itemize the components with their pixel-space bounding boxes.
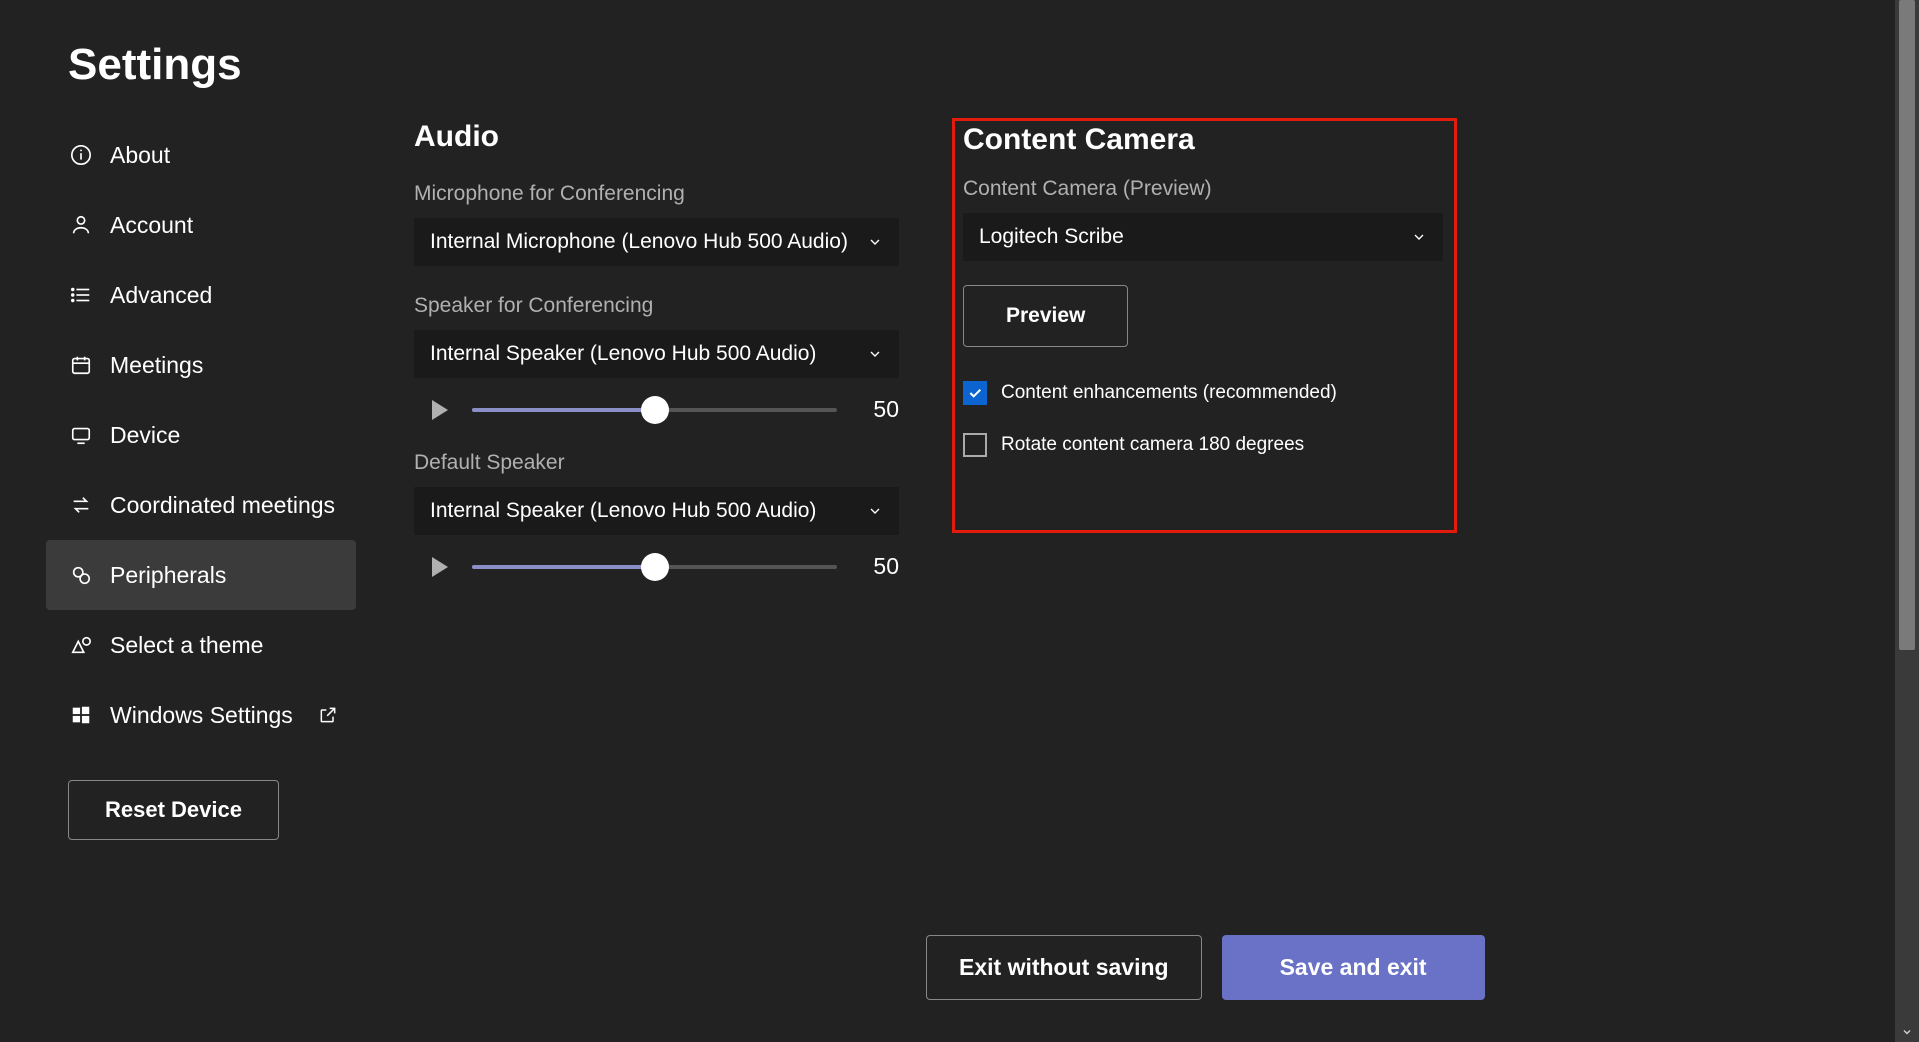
content-camera-value: Logitech Scribe [979,225,1124,249]
default-speaker-volume-value: 50 [859,553,899,580]
footer-buttons: Exit without saving Save and exit [926,935,1485,1000]
monitor-icon [68,422,94,448]
sidebar-item-account[interactable]: Account [46,190,356,260]
content-camera-label: Content Camera (Preview) [963,177,1442,201]
content-enhancements-label: Content enhancements (recommended) [1001,382,1337,404]
slider-thumb[interactable] [641,553,669,581]
sidebar-item-label: About [110,142,170,169]
audio-heading: Audio [414,120,914,154]
sidebar-item-peripherals[interactable]: Peripherals [46,540,356,610]
sidebar-item-meetings[interactable]: Meetings [46,330,356,400]
play-test-sound-button[interactable] [432,400,448,420]
default-speaker-volume-slider[interactable] [472,565,837,569]
microphone-label: Microphone for Conferencing [414,182,914,206]
chevron-down-icon [1411,229,1427,245]
sidebar-item-device[interactable]: Device [46,400,356,470]
content-camera-dropdown[interactable]: Logitech Scribe [963,213,1443,261]
microphone-value: Internal Microphone (Lenovo Hub 500 Audi… [430,230,848,254]
speaker-label: Speaker for Conferencing [414,294,914,318]
shapes-icon [68,632,94,658]
sidebar-item-windows-settings[interactable]: Windows Settings [46,680,356,750]
sidebar-item-theme[interactable]: Select a theme [46,610,356,680]
microphone-dropdown[interactable]: Internal Microphone (Lenovo Hub 500 Audi… [414,218,899,266]
sidebar-item-coord-meetings[interactable]: Coordinated meetings [46,470,356,540]
sidebar-item-advanced[interactable]: Advanced [46,260,356,330]
preview-button[interactable]: Preview [963,285,1128,347]
swap-arrows-icon [68,492,94,518]
sidebar-item-label: Meetings [110,352,203,379]
external-link-icon [318,705,338,725]
settings-sidebar: About Account Advanced Meetings Device C… [46,120,356,840]
sidebar-item-about[interactable]: About [46,120,356,190]
person-icon [68,212,94,238]
scroll-down-arrow-icon[interactable] [1899,1024,1915,1040]
play-test-sound-button[interactable] [432,557,448,577]
chevron-down-icon [867,346,883,362]
rotate-camera-label: Rotate content camera 180 degrees [1001,434,1304,456]
rotate-camera-checkbox[interactable] [963,433,987,457]
content-camera-heading: Content Camera [963,123,1442,157]
speaker-dropdown[interactable]: Internal Speaker (Lenovo Hub 500 Audio) [414,330,899,378]
page-title: Settings [68,40,242,90]
sidebar-item-label: Coordinated meetings [110,492,335,519]
speaker-value: Internal Speaker (Lenovo Hub 500 Audio) [430,342,816,366]
windows-icon [68,702,94,728]
content-enhancements-checkbox[interactable] [963,381,987,405]
chevron-down-icon [867,503,883,519]
default-speaker-label: Default Speaker [414,451,914,475]
scrollbar-thumb[interactable] [1899,0,1915,650]
save-and-exit-button[interactable]: Save and exit [1222,935,1485,1000]
reset-device-button[interactable]: Reset Device [68,780,279,840]
sidebar-item-label: Device [110,422,180,449]
speaker-volume-slider[interactable] [472,408,837,412]
sidebar-item-label: Account [110,212,193,239]
slider-thumb[interactable] [641,396,669,424]
content-camera-panel: Content Camera Content Camera (Preview) … [952,118,1457,533]
chevron-down-icon [867,234,883,250]
sidebar-item-label: Select a theme [110,632,263,659]
sidebar-item-label: Peripherals [110,562,226,589]
exit-without-saving-button[interactable]: Exit without saving [926,935,1202,1000]
speaker-volume-value: 50 [859,396,899,423]
default-speaker-dropdown[interactable]: Internal Speaker (Lenovo Hub 500 Audio) [414,487,899,535]
sidebar-item-label: Windows Settings [110,702,293,729]
audio-panel: Audio Microphone for Conferencing Intern… [414,120,914,580]
sidebar-item-label: Advanced [110,282,212,309]
peripherals-icon [68,562,94,588]
info-circle-icon [68,142,94,168]
calendar-icon [68,352,94,378]
vertical-scrollbar[interactable] [1895,0,1919,1042]
list-icon [68,282,94,308]
default-speaker-value: Internal Speaker (Lenovo Hub 500 Audio) [430,499,816,523]
